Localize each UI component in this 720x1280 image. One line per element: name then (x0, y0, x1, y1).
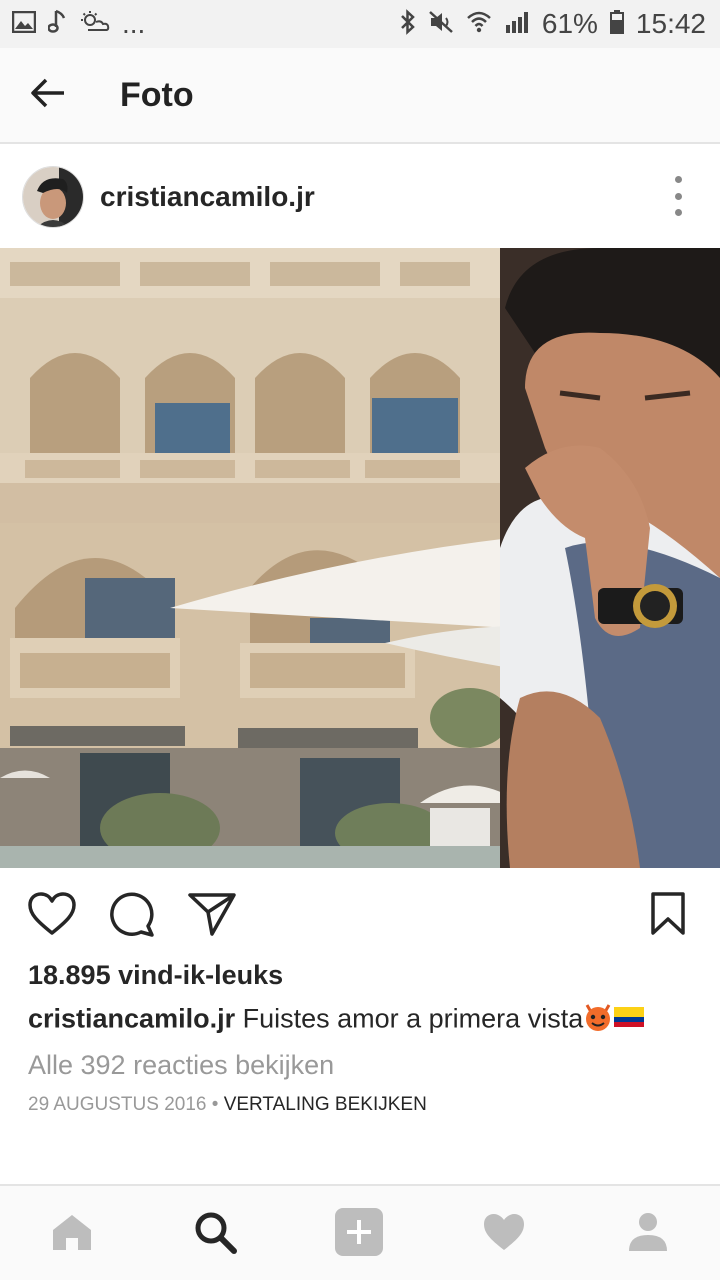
likes-count[interactable]: 18.895 vind-ik-leuks (28, 960, 283, 991)
view-translation-link[interactable]: VERTALING BEKIJKEN (224, 1094, 427, 1115)
nav-search[interactable] (189, 1208, 241, 1260)
profile-icon (626, 1211, 670, 1258)
status-time: 15:42 (635, 8, 706, 39)
bottom-nav (0, 1184, 720, 1280)
battery-icon (609, 9, 624, 39)
post-actions (0, 870, 720, 960)
post-caption: cristiancamilo.jr Fuistes amor a primera… (28, 1002, 645, 1039)
like-button[interactable] (26, 890, 78, 942)
bluetooth-icon (400, 8, 416, 40)
bookmark-icon (650, 891, 686, 942)
weather-icon (80, 10, 110, 39)
back-button[interactable] (24, 71, 72, 119)
caption-text: Fuistes amor a primera vista (242, 1003, 584, 1034)
status-bar: ... 61% 15:42 (0, 0, 720, 48)
status-dots: ... (122, 8, 146, 39)
music-note-icon (47, 9, 68, 40)
wifi-icon (466, 10, 492, 39)
more-options-icon[interactable] (666, 176, 690, 216)
mute-icon (428, 10, 454, 39)
add-icon (334, 1207, 384, 1262)
nav-profile[interactable] (622, 1208, 674, 1260)
comment-icon (108, 890, 156, 943)
app-bar: Foto (0, 48, 720, 144)
post-header: cristiancamilo.jr (0, 146, 720, 248)
page-title: Foto (120, 75, 194, 114)
caption-username[interactable]: cristiancamilo.jr (28, 1004, 235, 1034)
post-username[interactable]: cristiancamilo.jr (100, 181, 315, 213)
battery-percent: 61% (541, 8, 598, 39)
search-icon (193, 1210, 237, 1259)
devil-face-emoji (583, 1002, 613, 1039)
share-icon (187, 891, 237, 942)
activity-heart-icon (482, 1212, 526, 1257)
nav-add[interactable] (333, 1207, 385, 1262)
bookmark-button[interactable] (642, 890, 694, 942)
nav-activity[interactable] (478, 1208, 530, 1260)
heart-icon (27, 891, 77, 942)
nav-home[interactable] (46, 1208, 98, 1260)
post-meta: 29 AUGUSTUS 2016 • VERTALING BEKIJKEN (28, 1094, 427, 1116)
post-date: 29 AUGUSTUS 2016 (28, 1094, 207, 1115)
arrow-left-icon (30, 77, 66, 114)
meta-separator: • (206, 1094, 224, 1115)
image-icon (11, 10, 37, 38)
post-photo[interactable] (0, 248, 720, 868)
signal-icon (504, 10, 530, 39)
view-comments-link[interactable]: Alle 392 reacties bekijken (28, 1050, 334, 1081)
avatar[interactable] (22, 166, 84, 228)
comment-button[interactable] (106, 890, 158, 942)
colombia-flag-emoji (613, 1005, 645, 1036)
share-button[interactable] (186, 890, 238, 942)
home-icon (50, 1212, 94, 1257)
